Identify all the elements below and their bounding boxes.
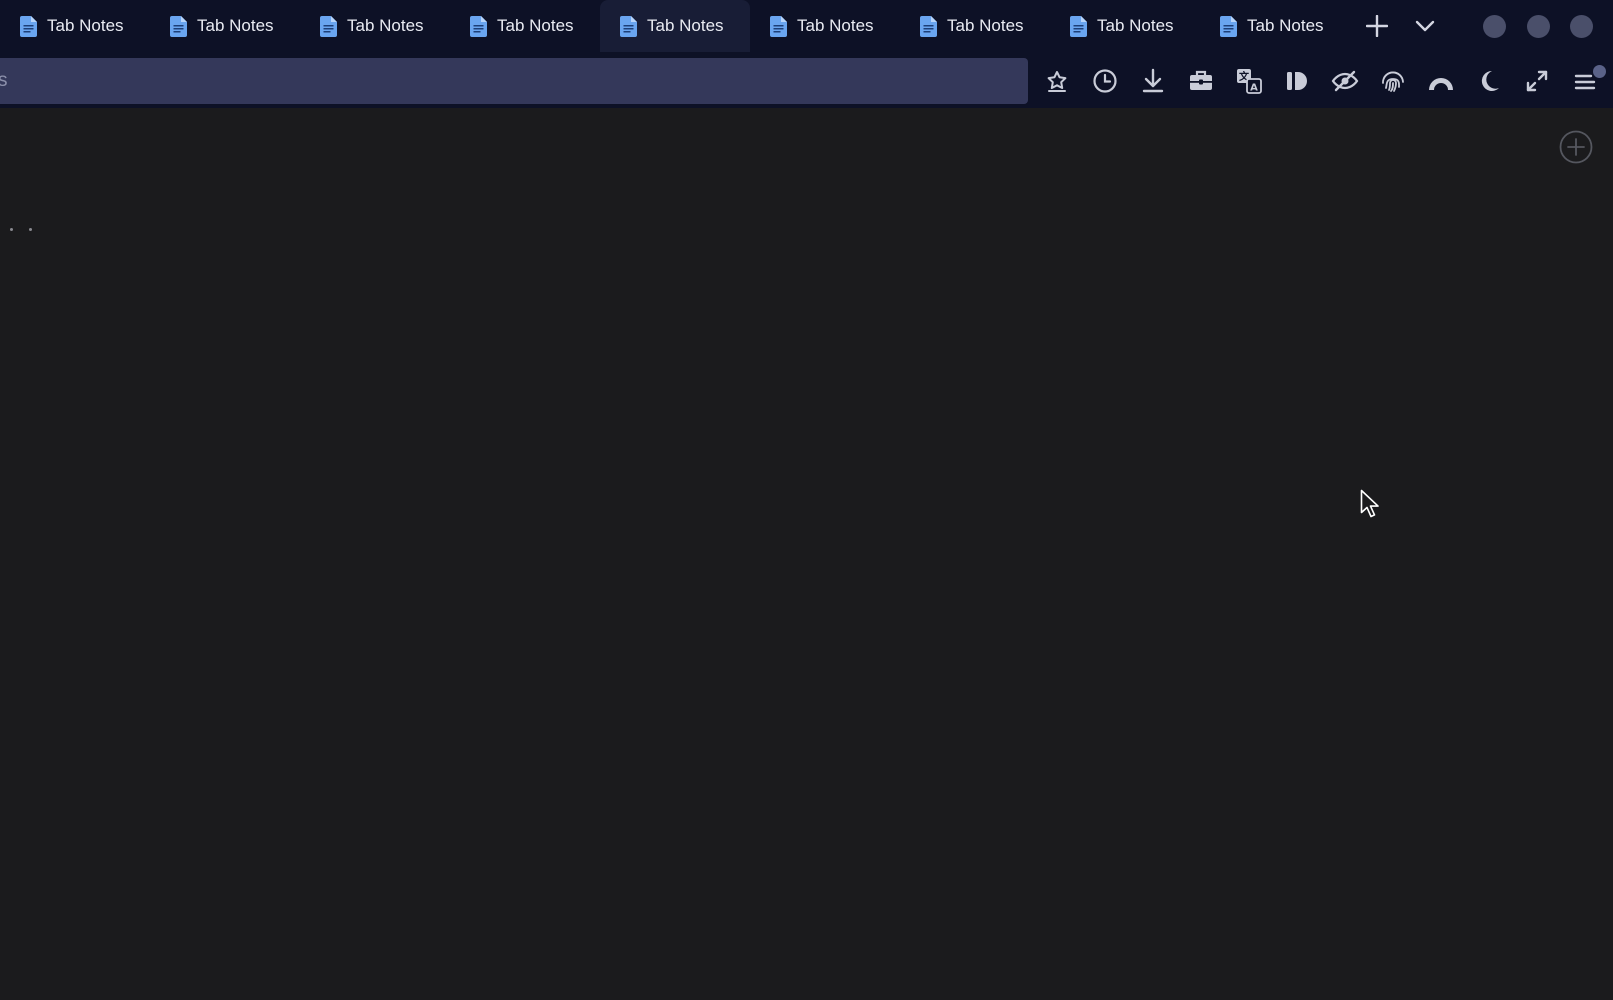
hide-eye-icon — [1331, 70, 1359, 92]
download-icon — [1142, 68, 1164, 93]
tab-label: Tab Notes — [947, 16, 1024, 35]
mouse-cursor-icon — [1360, 489, 1379, 518]
page-content — [0, 108, 1613, 1000]
bookmark-button[interactable] — [1040, 64, 1074, 98]
tab-list-button[interactable] — [1409, 10, 1441, 42]
tab[interactable]: Tab Notes — [1050, 0, 1200, 52]
dark-mode-moon-icon — [1481, 70, 1499, 91]
tab[interactable]: Tab Notes — [450, 0, 600, 52]
tab-label: Tab Notes — [197, 16, 274, 35]
document-icon — [917, 15, 939, 37]
hide-content-button[interactable] — [1328, 64, 1362, 98]
tab-label: Tab Notes — [497, 16, 574, 35]
toolbox-icon — [1190, 70, 1212, 90]
document-icon — [1217, 15, 1239, 37]
rainbow-button[interactable] — [1424, 64, 1458, 98]
ellipsis-dots — [10, 228, 32, 231]
document-icon — [767, 15, 789, 37]
translate-icon: 文A — [1237, 69, 1262, 94]
toolbar: 文A — [0, 52, 1613, 108]
reader-view-icon — [1287, 72, 1307, 90]
tab-active[interactable]: Tab Notes — [600, 0, 750, 52]
tab[interactable]: Tab Notes — [750, 0, 900, 52]
reader-view-button[interactable] — [1280, 64, 1314, 98]
rainbow-icon — [1429, 78, 1453, 90]
downloads-button[interactable] — [1136, 64, 1170, 98]
browser-window: Tab Notes Tab Notes Tab Notes Tab Notes … — [0, 0, 1613, 1000]
tab-label: Tab Notes — [347, 16, 424, 35]
toolbox-button[interactable] — [1184, 64, 1218, 98]
window-close-button[interactable] — [1570, 15, 1593, 38]
main-menu-button[interactable] — [1568, 64, 1606, 98]
fullscreen-button[interactable] — [1520, 64, 1554, 98]
tab-label: Tab Notes — [797, 16, 874, 35]
chevron-down-icon — [1415, 20, 1435, 32]
tab-label: Tab Notes — [47, 16, 124, 35]
history-clock-icon — [1093, 69, 1117, 93]
tab[interactable]: Tab Notes — [0, 0, 150, 52]
tab[interactable]: Tab Notes — [150, 0, 300, 52]
history-button[interactable] — [1088, 64, 1122, 98]
document-icon — [467, 15, 489, 37]
tab-strip: Tab Notes Tab Notes Tab Notes Tab Notes … — [0, 0, 1613, 52]
new-tab-button[interactable] — [1361, 10, 1393, 42]
tab[interactable]: Tab Notes — [1200, 0, 1350, 52]
plus-icon — [1366, 15, 1388, 37]
tab-label: Tab Notes — [647, 16, 724, 35]
notification-badge — [1593, 65, 1606, 78]
tab-label: Tab Notes — [1097, 16, 1174, 35]
tab[interactable]: Tab Notes — [300, 0, 450, 52]
fullscreen-expand-icon — [1526, 70, 1548, 92]
svg-text:A: A — [1250, 83, 1258, 94]
document-icon — [1067, 15, 1089, 37]
add-note-button[interactable] — [1559, 130, 1593, 164]
address-bar-input[interactable] — [0, 58, 1028, 104]
translate-button[interactable]: 文A — [1232, 64, 1266, 98]
window-maximize-button[interactable] — [1527, 15, 1550, 38]
document-icon — [617, 15, 639, 37]
fingerprint-button[interactable] — [1376, 64, 1410, 98]
plus-circle-icon — [1559, 130, 1593, 164]
fingerprint-icon — [1382, 71, 1404, 92]
window-minimize-button[interactable] — [1483, 15, 1506, 38]
tab-label: Tab Notes — [1247, 16, 1324, 35]
document-icon — [317, 15, 339, 37]
document-icon — [17, 15, 39, 37]
document-icon — [167, 15, 189, 37]
tab[interactable]: Tab Notes — [900, 0, 1050, 52]
bookmark-star-icon — [1047, 71, 1067, 92]
dark-mode-button[interactable] — [1472, 64, 1506, 98]
